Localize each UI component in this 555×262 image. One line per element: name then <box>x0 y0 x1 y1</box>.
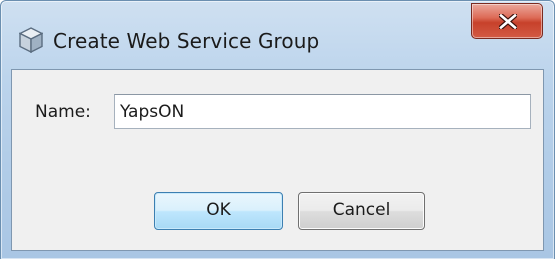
name-label: Name: <box>35 102 91 122</box>
x-close-icon <box>499 14 517 29</box>
cancel-button[interactable]: Cancel <box>298 192 425 230</box>
close-button[interactable] <box>471 3 543 39</box>
ok-button[interactable]: OK <box>154 192 283 230</box>
title-bar[interactable]: Create Web Service Group <box>1 1 554 63</box>
cube-icon <box>18 27 44 54</box>
name-field[interactable] <box>114 94 531 129</box>
dialog-window: Create Web Service Group Name: OK Cancel <box>0 0 555 260</box>
window-title: Create Web Service Group <box>53 29 320 53</box>
